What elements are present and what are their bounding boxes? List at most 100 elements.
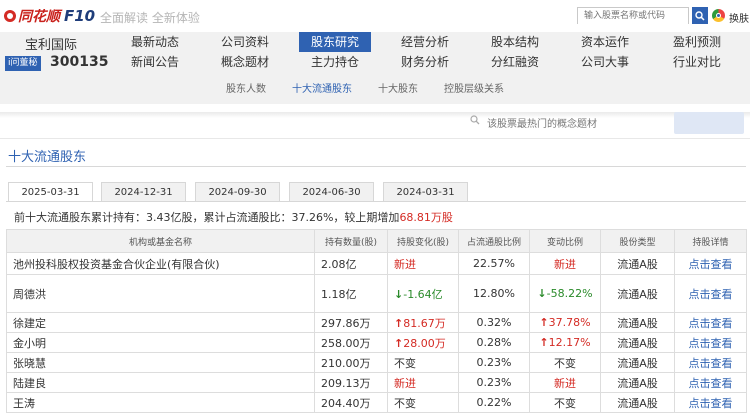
subnav-top10-holders[interactable]: 十大股东 [378,80,418,95]
nav-shareholder-research[interactable]: 股东研究 [299,32,371,52]
tab-period-2024-06-30[interactable]: 2024-06-30 [289,182,374,201]
col-header-qty: 持有数量(股) [314,229,388,253]
holding-qty-text: 2.08亿 [321,257,357,271]
concept-search-input[interactable]: 该股票最热门的概念题材 [487,115,597,130]
holder-name-text: 陆建良 [13,376,46,390]
holding-qty: 204.40万 [314,392,388,413]
tab-period-2024-03-31[interactable]: 2024-03-31 [383,182,468,201]
tab-period-2024-12-31[interactable]: 2024-12-31 [101,182,186,201]
skin-icon[interactable] [712,9,725,22]
detail-link-text: 点击查看 [688,376,733,390]
change-pct: 不变 [529,352,601,373]
share-type-text: 流通A股 [617,257,658,271]
holding-qty-text: 1.18亿 [321,287,357,301]
share-type: 流通A股 [600,252,675,275]
nav-dividends[interactable]: 分红融资 [479,52,551,72]
share-type: 流通A股 [600,332,675,353]
holding-qty: 1.18亿 [314,274,388,313]
holding-qty: 2.08亿 [314,252,388,275]
concept-bar: 该股票最热门的概念题材 [0,104,750,139]
holding-change: 新进 [387,252,459,275]
holder-name-text: 金小明 [13,336,46,350]
stock-search-input[interactable] [578,8,688,24]
holding-change-text: 28.00万 [403,336,446,350]
change-pct-text: 37.78% [548,316,591,329]
change-pct-text: 新进 [554,376,576,390]
nav-capital-structure[interactable]: 股本结构 [479,32,551,52]
arrow-down-icon: ↓ [394,287,404,301]
holding-change-text: 81.67万 [403,316,446,330]
holding-qty-text: 258.00万 [321,336,371,350]
subnav-shareholder-count[interactable]: 股东人数 [226,80,266,95]
ask-secretary-button[interactable]: i问董秘 [5,56,41,71]
change-pct-text: 不变 [554,356,576,370]
arrow-down-icon: ↓ [537,287,547,300]
holding-change-text: 新进 [394,376,416,390]
detail-link-text: 点击查看 [688,257,733,271]
logo[interactable]: 同花顺 F10 [4,6,95,26]
table-row: 金小明 258.00万 ↑28.00万 0.28% ↑12.17% 流通A股 点击查看 [6,332,747,353]
float-ratio: 0.22% [458,392,530,413]
holder-name: 徐建定 [6,312,315,333]
nav-industry-compare[interactable]: 行业对比 [661,52,733,72]
share-type-text: 流通A股 [617,376,658,390]
detail-link[interactable]: 点击查看 [674,332,747,353]
share-type-text: 流通A股 [617,287,658,301]
nav-capital-operations[interactable]: 资本运作 [569,32,641,52]
holding-qty: 258.00万 [314,332,388,353]
nav-earnings-forecast[interactable]: 盈利预测 [661,32,733,52]
holding-change: 不变 [387,352,459,373]
nav-group-5: 股本结构 分红融资 [479,32,551,72]
tab-period-2025-03-31[interactable]: 2025-03-31 [8,182,93,202]
holding-qty: 210.00万 [314,352,388,373]
nav-business-analysis[interactable]: 经营分析 [389,32,461,52]
change-pct-text: 12.17% [548,336,591,349]
nav-company-info[interactable]: 公司资料 [209,32,281,52]
nav-group-6: 资本运作 公司大事 [569,32,641,72]
table-row: 周德洪 1.18亿 ↓-1.64亿 12.80% ↓-58.22% 流通A股 点击查看 [6,274,747,313]
nav-latest-news[interactable]: 最新动态 [119,32,191,52]
search-button[interactable] [692,7,708,24]
holder-name: 王涛 [6,392,315,413]
change-pct: 不变 [529,392,601,413]
detail-link[interactable]: 点击查看 [674,252,747,275]
subnav-holding-hierarchy[interactable]: 控股层级关系 [444,80,504,95]
share-type: 流通A股 [600,372,675,393]
col-header-type: 股份类型 [600,229,675,253]
nav-main-holdings[interactable]: 主力持仓 [299,52,371,72]
detail-link[interactable]: 点击查看 [674,392,747,413]
stock-code: 300135 [50,54,109,70]
stock-search-box[interactable] [577,7,689,24]
subnav-top10-float-holders[interactable]: 十大流通股东 [292,80,352,95]
holder-name-text: 张晓慧 [13,356,46,370]
tab-period-2024-09-30[interactable]: 2024-09-30 [195,182,280,201]
nav-group-2: 公司资料 概念题材 [209,32,281,72]
share-type-text: 流通A股 [617,336,658,350]
holder-name: 张晓慧 [6,352,315,373]
nav-concepts[interactable]: 概念题材 [209,52,281,72]
detail-link[interactable]: 点击查看 [674,372,747,393]
detail-link-text: 点击查看 [688,356,733,370]
slogan: 全面解读 全新体验 [100,11,200,25]
nav-announcements[interactable]: 新闻公告 [119,52,191,72]
holder-name-text: 王涛 [13,396,35,410]
holding-change: 新进 [387,372,459,393]
table-row: 徐建定 297.86万 ↑81.67万 0.32% ↑37.78% 流通A股 点击查看 [6,312,747,333]
detail-link[interactable]: 点击查看 [674,312,747,333]
col-header-detail: 持股详情 [674,229,747,253]
table-row: 张晓慧 210.00万 不变 0.23% 不变 流通A股 点击查看 [6,352,747,373]
detail-link[interactable]: 点击查看 [674,274,747,313]
holding-qty: 297.86万 [314,312,388,333]
nav-major-events[interactable]: 公司大事 [569,52,641,72]
search-icon [470,115,480,125]
concept-search-button[interactable] [674,112,744,134]
nav-group-1: 最新动态 新闻公告 [119,32,191,72]
holder-name-text: 徐建定 [13,316,46,330]
detail-link[interactable]: 点击查看 [674,352,747,373]
float-ratio: 12.80% [458,274,530,313]
change-pct: ↑12.17% [529,332,601,353]
nav-financial-analysis[interactable]: 财务分析 [389,52,461,72]
holder-name-text: 池州投科股权投资基金合伙企业(有限合伙) [13,257,220,271]
switch-skin-link[interactable]: 换肤 [729,10,749,25]
float-ratio-text: 0.22% [476,396,512,409]
